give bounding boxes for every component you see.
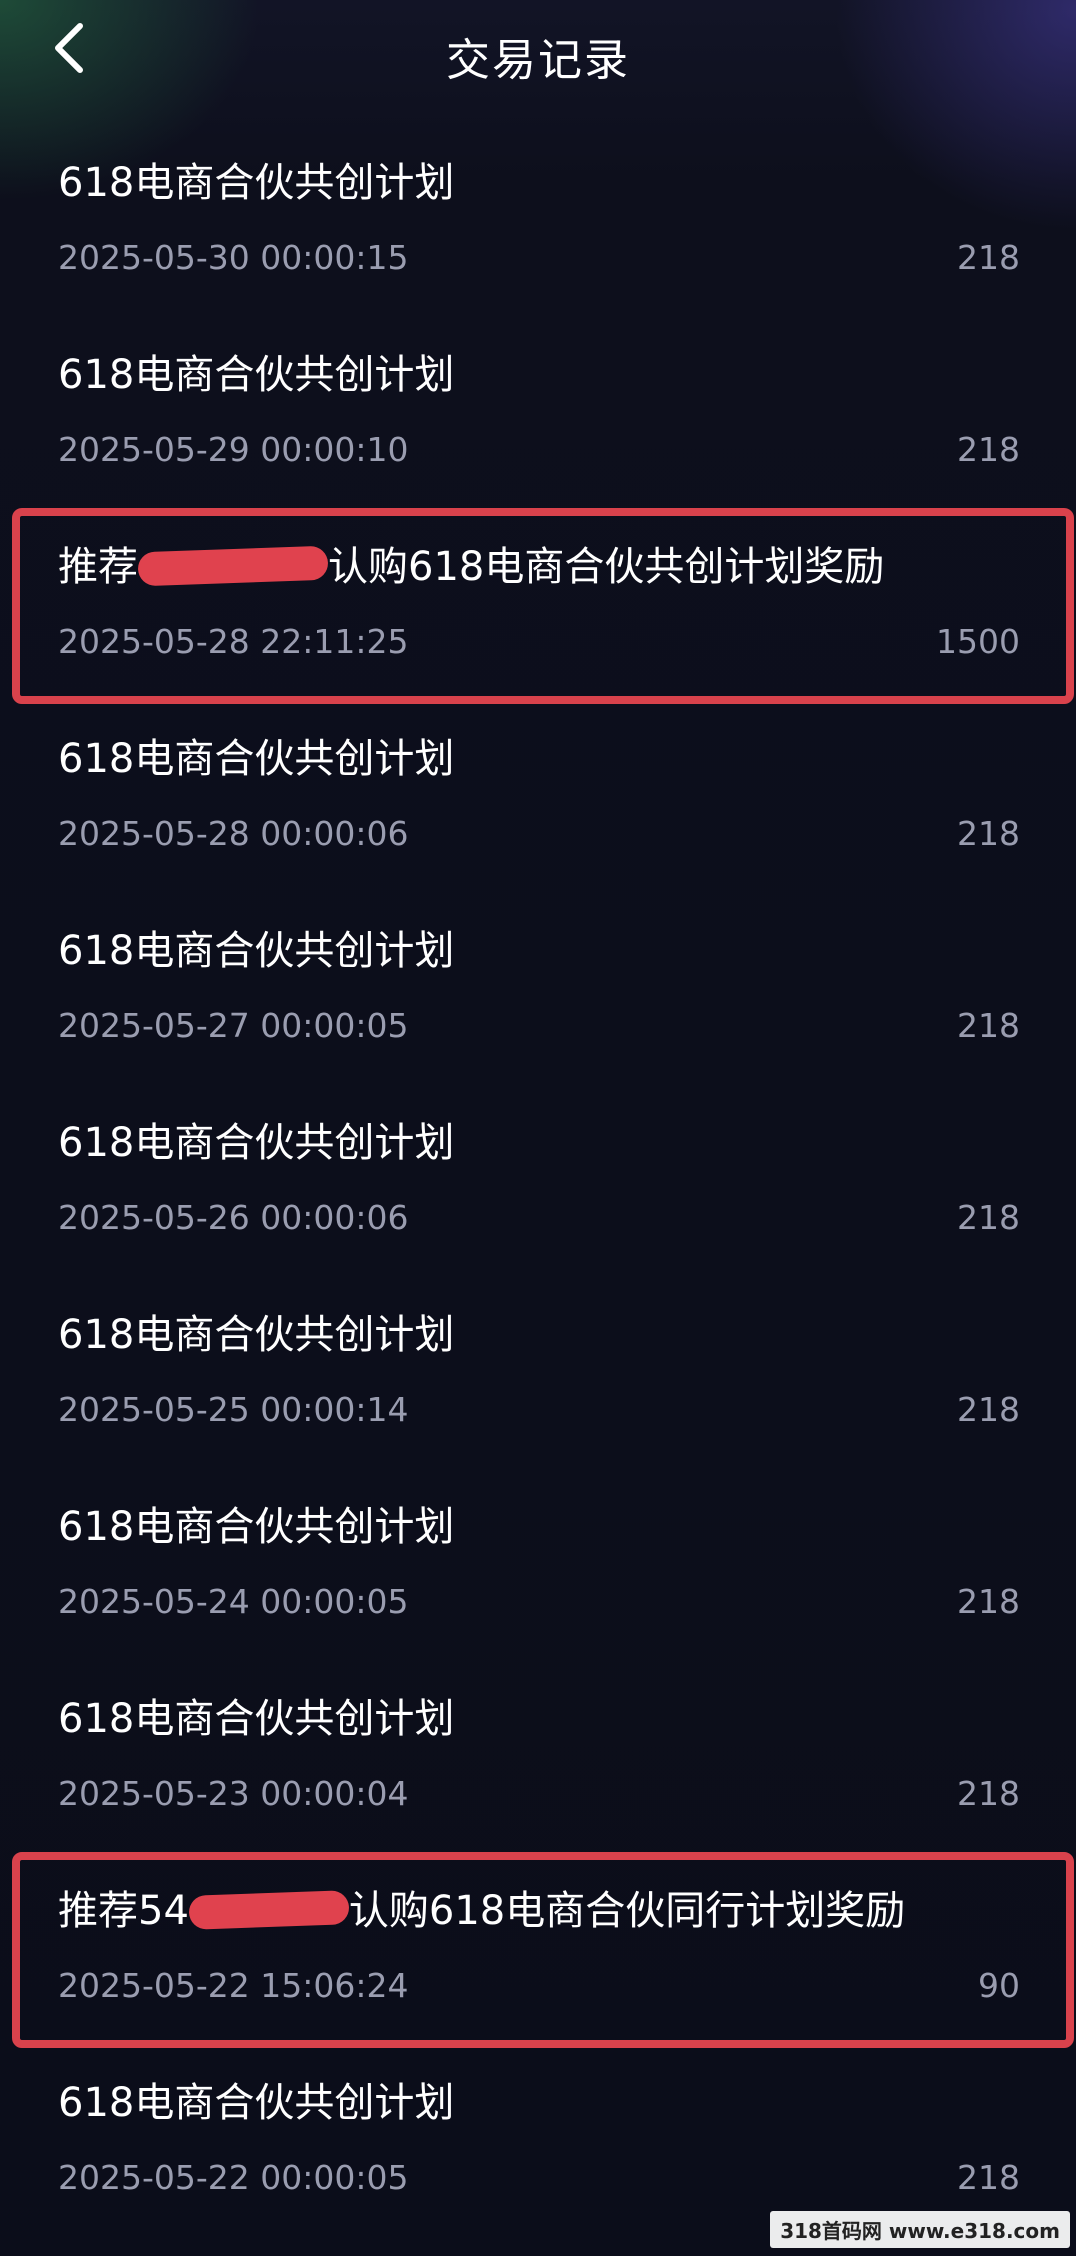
transaction-time: 2025-05-26 00:00:06 — [58, 1198, 409, 1237]
transaction-row[interactable]: 618电商合伙共创计划 2025-05-26 00:00:06 218 — [0, 1090, 1076, 1282]
transaction-list[interactable]: 618电商合伙共创计划 2025-05-30 00:00:15 218 618电… — [0, 130, 1076, 2242]
transaction-amount: 90 — [978, 1966, 1020, 2005]
watermark: 318首码网 www.e318.com — [770, 2211, 1070, 2248]
transaction-title: 618电商合伙共创计划 — [58, 1504, 455, 1550]
transaction-amount: 1500 — [936, 622, 1020, 661]
transaction-row[interactable]: 618电商合伙共创计划 2025-05-24 00:00:05 218 — [0, 1474, 1076, 1666]
transaction-records-screen: 交易记录 618电商合伙共创计划 2025-05-30 00:00:15 218… — [0, 0, 1076, 2256]
transaction-amount: 218 — [957, 1198, 1020, 1237]
transaction-amount: 218 — [957, 1390, 1020, 1429]
transaction-title: 618电商合伙共创计划 — [58, 160, 455, 206]
transaction-title: 618电商合伙共创计划 — [58, 1312, 455, 1358]
title-prefix: 推荐54 — [58, 1888, 189, 1934]
transaction-amount: 218 — [957, 1774, 1020, 1813]
title-prefix: 推荐 — [58, 544, 138, 590]
redaction-mark — [188, 1890, 350, 1930]
transaction-amount: 218 — [957, 814, 1020, 853]
redaction-mark — [137, 545, 329, 587]
transaction-row[interactable]: 618电商合伙共创计划 2025-05-25 00:00:14 218 — [0, 1282, 1076, 1474]
transaction-row[interactable]: 618电商合伙共创计划 2025-05-30 00:00:15 218 — [0, 130, 1076, 322]
transaction-time: 2025-05-25 00:00:14 — [58, 1390, 409, 1429]
transaction-time: 2025-05-22 15:06:24 — [58, 1966, 409, 2005]
transaction-time: 2025-05-29 00:00:10 — [58, 430, 409, 469]
transaction-title: 618电商合伙共创计划 — [58, 2080, 455, 2126]
transaction-title: 618电商合伙共创计划 — [58, 352, 455, 398]
transaction-time: 2025-05-24 00:00:05 — [58, 1582, 409, 1621]
transaction-time: 2025-05-22 00:00:05 — [58, 2158, 409, 2197]
transaction-row[interactable]: 618电商合伙共创计划 2025-05-29 00:00:10 218 — [0, 322, 1076, 514]
transaction-row-highlighted[interactable]: 推荐 认购618电商合伙共创计划奖励 2025-05-28 22:11:25 15… — [0, 508, 1076, 706]
page-title: 交易记录 — [446, 35, 630, 86]
transaction-amount: 218 — [957, 1006, 1020, 1045]
transaction-title: 618电商合伙共创计划 — [58, 736, 455, 782]
transaction-title: 618电商合伙共创计划 — [58, 928, 455, 974]
transaction-title: 推荐 认购618电商合伙共创计划奖励 — [58, 534, 884, 592]
transaction-row[interactable]: 618电商合伙共创计划 2025-05-23 00:00:04 218 — [0, 1666, 1076, 1858]
transaction-time: 2025-05-28 22:11:25 — [58, 622, 409, 661]
transaction-row[interactable]: 618电商合伙共创计划 2025-05-27 00:00:05 218 — [0, 898, 1076, 1090]
transaction-time: 2025-05-28 00:00:06 — [58, 814, 409, 853]
transaction-title: 618电商合伙共创计划 — [58, 1696, 455, 1742]
transaction-amount: 218 — [957, 1582, 1020, 1621]
transaction-row-highlighted[interactable]: 推荐54 认购618电商合伙同行计划奖励 2025-05-22 15:06:24 … — [0, 1852, 1076, 2050]
transaction-amount: 218 — [957, 238, 1020, 277]
transaction-amount: 218 — [957, 430, 1020, 469]
transaction-title: 618电商合伙共创计划 — [58, 1120, 455, 1166]
title-suffix: 认购618电商合伙共创计划奖励 — [328, 544, 885, 590]
transaction-amount: 218 — [957, 2158, 1020, 2197]
transaction-title: 推荐54 认购618电商合伙同行计划奖励 — [58, 1878, 905, 1936]
nav-bar: 交易记录 — [0, 0, 1076, 100]
transaction-time: 2025-05-23 00:00:04 — [58, 1774, 409, 1813]
title-suffix: 认购618电商合伙同行计划奖励 — [348, 1888, 906, 1934]
transaction-time: 2025-05-27 00:00:05 — [58, 1006, 409, 1045]
transaction-row[interactable]: 618电商合伙共创计划 2025-05-28 00:00:06 218 — [0, 706, 1076, 898]
transaction-time: 2025-05-30 00:00:15 — [58, 238, 409, 277]
